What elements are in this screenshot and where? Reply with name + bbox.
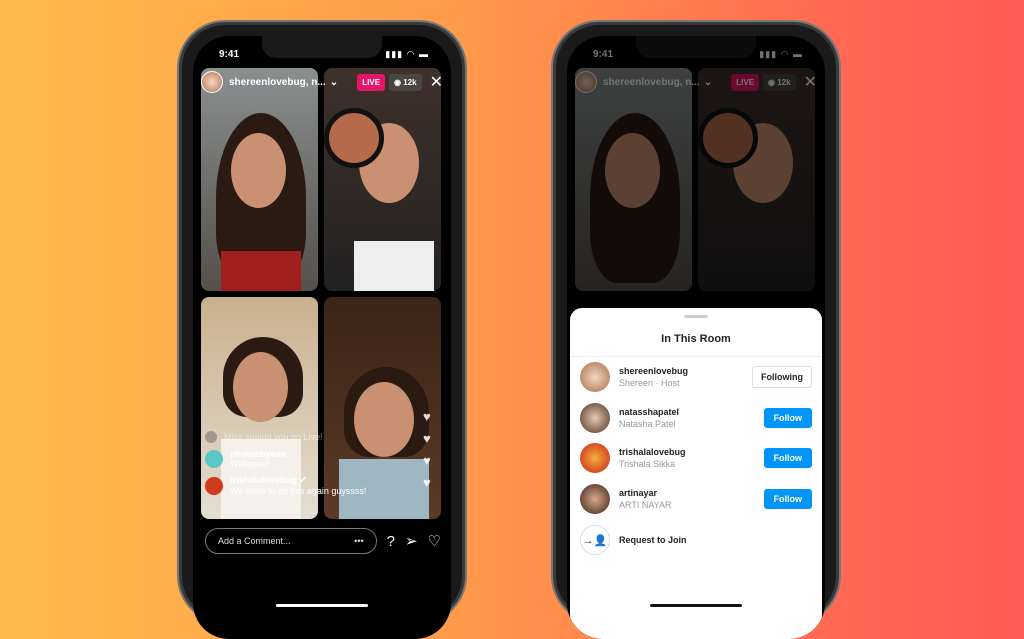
- member-subtitle: Trishala Sikka: [619, 459, 676, 470]
- comment: photosbyean Welcome!: [205, 449, 435, 469]
- comment-text: We have to do this again guyssss!: [230, 486, 367, 496]
- comment: trishalalovebug ✔ We have to do this agai…: [205, 475, 435, 496]
- member-username[interactable]: natasshapatel: [619, 407, 679, 417]
- phone-right: 9:41 ▮▮▮ ◠ ▬ shereenlovebug, n... ⌄ LIVE…: [553, 22, 839, 639]
- member-username[interactable]: shereenlovebug: [619, 366, 688, 376]
- member-subtitle: Shereen · Host: [619, 378, 680, 389]
- request-join-label: Request to Join: [619, 535, 687, 545]
- room-screen: 9:41 ▮▮▮ ◠ ▬ shereenlovebug, n... ⌄ LIVE…: [567, 36, 825, 639]
- comment-placeholder: Add a Comment...: [218, 536, 291, 546]
- member-subtitle: Natasha Patel: [619, 418, 676, 429]
- member-row: natasshapatel Natasha Patel Follow: [570, 398, 822, 439]
- comment-user[interactable]: trishalalovebug: [230, 475, 297, 485]
- heart-reactions: ♥ ♥ ♥ ♥: [423, 409, 431, 490]
- comment-user[interactable]: photosbyean: [230, 449, 286, 459]
- video-tile-2[interactable]: [324, 68, 441, 291]
- heart-icon[interactable]: ♡: [428, 532, 441, 550]
- chevron-down-icon[interactable]: ⌄: [330, 77, 338, 88]
- notch: [262, 36, 382, 58]
- viewer-count: ◉ 12k: [389, 73, 422, 91]
- comment-input[interactable]: Add a Comment... •••: [205, 528, 377, 554]
- member-subtitle: ARTI NAYAR: [619, 499, 672, 510]
- status-icons: ▮▮▮ ◠ ▬: [385, 49, 429, 59]
- host-avatar[interactable]: [201, 71, 223, 93]
- host-label[interactable]: shereenlovebug, n...: [229, 77, 326, 88]
- follow-button[interactable]: Follow: [763, 407, 812, 428]
- follow-button[interactable]: Follow: [763, 448, 812, 469]
- member-username[interactable]: artinayar: [619, 488, 657, 498]
- member-row: artinayar ARTI NAYAR Follow: [570, 479, 822, 520]
- live-header: shereenlovebug, n... ⌄ LIVE ◉ 12k ✕: [201, 68, 443, 96]
- request-to-join[interactable]: →👤 Request to Join: [570, 519, 822, 561]
- live-screen: 9:41 ▮▮▮ ◠ ▬ shereenlovebug, n... ⌄ LIVE…: [193, 36, 451, 639]
- avatar[interactable]: [580, 362, 610, 393]
- member-row: trishalalovebug Trishala Sikka Follow: [570, 438, 822, 479]
- question-icon[interactable]: ?: [387, 533, 395, 550]
- video-tile-1[interactable]: [201, 68, 318, 291]
- send-icon[interactable]: ➢: [405, 532, 418, 550]
- avatar[interactable]: [580, 483, 610, 514]
- comment-text: Welcome!: [230, 459, 270, 469]
- avatar: [205, 450, 223, 468]
- close-icon[interactable]: ✕: [430, 72, 443, 92]
- avatar[interactable]: [580, 443, 610, 474]
- more-icon[interactable]: •••: [354, 536, 363, 546]
- member-row: shereenlovebug Shereen · Host Following: [570, 357, 822, 398]
- follow-button[interactable]: Follow: [763, 488, 812, 509]
- live-badge: LIVE: [357, 73, 386, 91]
- comment-bar: Add a Comment... ••• ? ➢ ♡: [205, 528, 441, 554]
- avatar: [205, 476, 223, 495]
- comment-text: Miss seeing you go Live!: [224, 432, 323, 442]
- avatar: [205, 431, 217, 443]
- home-indicator: [650, 604, 742, 607]
- comment-list: Miss seeing you go Live! photosbyean Welc…: [205, 431, 435, 502]
- request-join-icon: →👤: [580, 525, 610, 555]
- in-this-room-sheet: In This Room shereenlovebug Shereen · Hos…: [570, 308, 822, 639]
- member-username[interactable]: trishalalovebug: [619, 447, 686, 457]
- sheet-title: In This Room: [570, 318, 822, 357]
- avatar[interactable]: [580, 402, 610, 433]
- following-button[interactable]: Following: [752, 366, 812, 389]
- home-indicator: [276, 604, 368, 607]
- verified-icon: ✔: [299, 475, 307, 485]
- comment: Miss seeing you go Live!: [205, 431, 435, 443]
- status-time: 9:41: [219, 49, 240, 60]
- phone-left: 9:41 ▮▮▮ ◠ ▬ shereenlovebug, n... ⌄ LIVE…: [179, 22, 465, 639]
